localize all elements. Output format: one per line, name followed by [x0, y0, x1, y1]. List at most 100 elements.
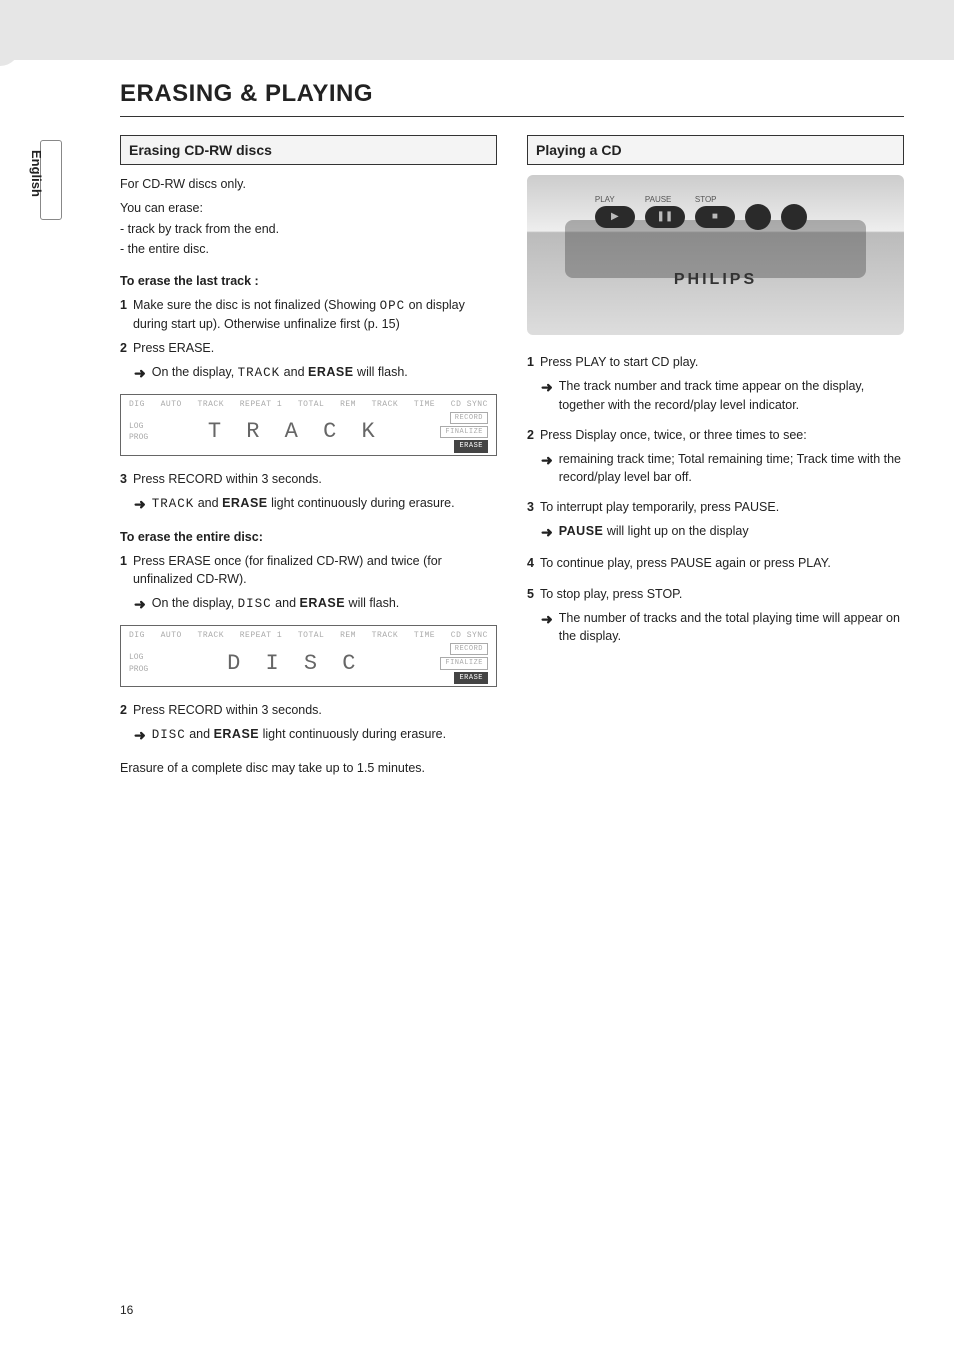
top-bar	[0, 0, 954, 60]
can-erase-label: You can erase:	[120, 199, 497, 217]
step-text: Press Display once, twice, or three time…	[540, 426, 904, 444]
step-row: 1 Press ERASE once (for finalized CD-RW)…	[120, 552, 497, 588]
result-line: ➜ The track number and track time appear…	[541, 377, 904, 413]
step-row: 2 Press Display once, twice, or three ti…	[527, 426, 904, 444]
lcd-top-label: DIG	[129, 399, 145, 411]
lcd-top-label: TRACK	[198, 399, 225, 411]
arrow-icon: ➜	[134, 363, 146, 383]
can-erase-item: - the entire disc.	[120, 240, 497, 258]
device-illustration: PLAY ▶ PAUSE ❚❚ STOP ■ PHILIPS	[527, 175, 904, 335]
display-code: DISC	[238, 597, 272, 611]
step-text: Press ERASE.	[133, 339, 497, 357]
step-text: Make sure the disc is not finalized (Sho…	[133, 296, 497, 333]
lcd-left-label: PROG	[129, 432, 148, 443]
step-number: 2	[527, 426, 534, 444]
device-brand: PHILIPS	[527, 268, 904, 291]
step-number: 2	[120, 339, 127, 357]
lcd-badge-record: RECORD	[450, 643, 488, 655]
page-title: ERASING & PLAYING	[120, 80, 904, 108]
text-part: On the display,	[152, 365, 238, 379]
lcd-badge-finalize: FINALIZE	[440, 426, 488, 438]
page-number: 16	[120, 1303, 904, 1317]
step-row: 3 To interrupt play temporarily, press P…	[527, 498, 904, 516]
language-label: English	[29, 150, 44, 197]
step-text: Press RECORD within 3 seconds.	[133, 701, 497, 719]
step-text: Press PLAY to start CD play.	[540, 353, 904, 371]
lcd-top-label: AUTO	[161, 399, 182, 411]
display-panel-track: DIG AUTO TRACK REPEAT 1 TOTAL REM TRACK …	[120, 394, 497, 456]
result-line: ➜ The number of tracks and the total pla…	[541, 609, 904, 645]
lcd-badge-erase: ERASE	[454, 440, 488, 452]
lcd-readout: T R A C K	[148, 416, 440, 448]
step-text: To stop play, press STOP.	[540, 585, 904, 603]
lcd-left-label: LOG	[129, 421, 148, 432]
step-row: 2 Press ERASE.	[120, 339, 497, 357]
step-row: 4 To continue play, press PAUSE again or…	[527, 554, 904, 572]
step-number: 1	[120, 296, 127, 314]
result-text: The track number and track time appear o…	[559, 377, 904, 413]
text-part: light continuously during erasure.	[259, 727, 446, 741]
step-number: 1	[527, 353, 534, 371]
left-column: Erasing CD-RW discs For CD-RW discs only…	[120, 135, 497, 783]
heading-last-track: To erase the last track :	[120, 272, 497, 290]
result-line: ➜ TRACK and ERASE light continuously dur…	[134, 494, 497, 514]
section-playing: Playing a CD	[527, 135, 904, 165]
lcd-top-label: AUTO	[161, 630, 182, 642]
lcd-top-label: TIME	[414, 399, 435, 411]
arrow-icon: ➜	[541, 522, 553, 542]
button-label: STOP	[695, 194, 717, 206]
bold-label: ERASE	[308, 365, 354, 379]
step-text-part: Make sure the disc is not finalized (Sho…	[133, 298, 380, 312]
result-text: PAUSE will light up on the display	[559, 522, 749, 540]
text-part: and	[186, 727, 214, 741]
step-text: To continue play, press PAUSE again or p…	[540, 554, 904, 572]
arrow-icon: ➜	[134, 594, 146, 614]
button-label: PLAY	[595, 194, 615, 206]
lcd-top-label: CD SYNC	[451, 399, 488, 411]
text-part: light continuously during erasure.	[268, 496, 455, 510]
next-button-graphic	[781, 204, 807, 230]
lcd-top-label: TRACK	[198, 630, 225, 642]
lcd-top-label: TRACK	[372, 630, 399, 642]
arrow-icon: ➜	[541, 609, 553, 629]
result-text: remaining track time; Total remaining ti…	[559, 450, 904, 486]
lcd-top-label: REM	[340, 630, 356, 642]
lcd-top-label: TRACK	[372, 399, 399, 411]
stop-button-graphic: ■	[695, 206, 735, 228]
section-erasing: Erasing CD-RW discs	[120, 135, 497, 165]
step-row: 3 Press RECORD within 3 seconds.	[120, 470, 497, 488]
step-row: 1 Make sure the disc is not finalized (S…	[120, 296, 497, 333]
arrow-icon: ➜	[134, 725, 146, 745]
bold-label: ERASE	[300, 596, 346, 610]
heading-entire-disc: To erase the entire disc:	[120, 528, 497, 546]
can-erase-item: - track by track from the end.	[120, 220, 497, 238]
lcd-top-label: TIME	[414, 630, 435, 642]
result-line: ➜ DISC and ERASE light continuously duri…	[134, 725, 497, 745]
display-code: TRACK	[152, 497, 195, 511]
step-number: 3	[527, 498, 534, 516]
lcd-top-label: REPEAT 1	[240, 630, 282, 642]
lcd-top-label: TOTAL	[298, 399, 325, 411]
step-text: Press RECORD within 3 seconds.	[133, 470, 497, 488]
arrow-icon: ➜	[541, 377, 553, 397]
lcd-top-label: DIG	[129, 630, 145, 642]
result-text: TRACK and ERASE light continuously durin…	[152, 494, 455, 513]
bold-label: ERASE	[214, 727, 260, 741]
step-row: 2 Press RECORD within 3 seconds.	[120, 701, 497, 719]
arrow-icon: ➜	[541, 450, 553, 470]
prev-button-graphic	[745, 204, 771, 230]
display-code: DISC	[152, 728, 186, 742]
display-code: OPC	[380, 299, 406, 313]
display-code: TRACK	[238, 366, 281, 380]
lcd-badge-record: RECORD	[450, 412, 488, 424]
text-part: On the display,	[152, 596, 238, 610]
title-divider	[120, 116, 904, 117]
lcd-badge-finalize: FINALIZE	[440, 657, 488, 669]
result-text: On the display, TRACK and ERASE will fla…	[152, 363, 408, 382]
lcd-left-label: PROG	[129, 664, 148, 675]
step-text: To interrupt play temporarily, press PAU…	[540, 498, 904, 516]
text-part: and	[272, 596, 300, 610]
step-number: 5	[527, 585, 534, 603]
text-part: will light up on the display	[603, 524, 748, 538]
result-line: ➜ On the display, DISC and ERASE will fl…	[134, 594, 497, 614]
